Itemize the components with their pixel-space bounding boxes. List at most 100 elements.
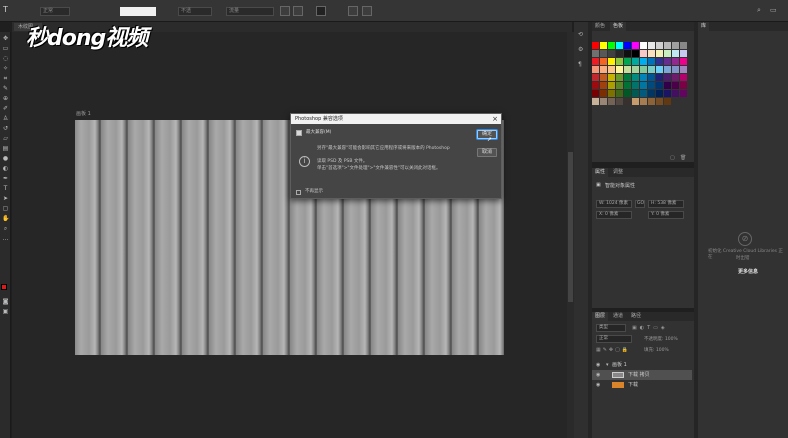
expand-arrow-icon[interactable]: ▾ (606, 360, 609, 370)
opacity-field[interactable]: 不透明度: 100% (644, 336, 678, 342)
color-swatch[interactable] (664, 66, 671, 73)
warp-text-icon[interactable] (348, 6, 358, 16)
font-family-field[interactable]: 正常 (40, 7, 70, 16)
font-style-field[interactable]: 不透 (178, 7, 212, 16)
color-swatch[interactable] (648, 66, 655, 73)
lasso-tool-icon[interactable]: ◌ (2, 55, 9, 62)
color-swatch[interactable] (656, 50, 663, 57)
color-swatch[interactable] (600, 50, 607, 57)
color-swatch[interactable] (624, 66, 631, 73)
y-position-field[interactable]: Y: 0 像素 (648, 211, 684, 219)
color-swatch[interactable] (624, 82, 631, 89)
color-swatch[interactable] (680, 74, 687, 81)
color-swatch[interactable] (680, 58, 687, 65)
pen-tool-icon[interactable]: ✒ (2, 175, 9, 182)
color-swatch[interactable] (608, 42, 615, 49)
color-swatch[interactable] (632, 66, 639, 73)
color-swatch[interactable] (624, 50, 631, 57)
layer-row[interactable]: ◉ ▾ 画板 1 (592, 360, 692, 370)
search-icon[interactable]: ⌕ (757, 6, 761, 15)
color-swatch[interactable] (608, 74, 615, 81)
magic-wand-icon[interactable]: ✧ (2, 65, 9, 72)
new-swatch-icon[interactable]: ▢ (670, 155, 675, 161)
width-field[interactable]: W: 1024 像素 (596, 200, 632, 208)
color-swatch[interactable] (664, 42, 671, 49)
color-swatch[interactable] (656, 74, 663, 81)
color-swatch[interactable] (616, 66, 623, 73)
color-swatch[interactable] (664, 98, 671, 105)
dont-show-checkbox[interactable] (296, 190, 301, 195)
color-swatch[interactable] (648, 90, 655, 97)
color-swatch[interactable] (672, 58, 679, 65)
color-swatch[interactable] (672, 42, 679, 49)
layer-filter-icons[interactable]: ▣◐T▭◈ (632, 325, 688, 331)
text-tool-icon[interactable]: T (3, 5, 8, 14)
color-swatch[interactable] (600, 42, 607, 49)
tab-adjustments[interactable]: 调整 (610, 168, 626, 177)
color-swatch[interactable] (624, 74, 631, 81)
color-swatch[interactable] (664, 90, 671, 97)
color-swatch[interactable] (672, 82, 679, 89)
color-swatch[interactable] (632, 58, 639, 65)
color-swatch[interactable] (624, 42, 631, 49)
color-swatch[interactable] (656, 42, 663, 49)
more-info-link[interactable]: 更多信息 (738, 268, 758, 275)
color-swatch[interactable] (592, 74, 599, 81)
adjust-icon[interactable]: ⚙ (578, 47, 584, 53)
tab-color[interactable]: 颜色 (592, 22, 608, 31)
tab-swatches[interactable]: 色板 (610, 22, 627, 31)
color-swatch[interactable] (664, 58, 671, 65)
color-swatch[interactable] (680, 66, 687, 73)
font-size-field[interactable]: 流量 (226, 7, 274, 16)
workspace-icon[interactable]: ▭ (770, 6, 777, 14)
color-swatch[interactable] (616, 98, 623, 105)
scrollbar-thumb[interactable] (568, 152, 573, 302)
color-swatch[interactable] (648, 58, 655, 65)
stamp-tool-icon[interactable]: ♙ (2, 115, 9, 122)
height-field[interactable]: H: 538 像素 (648, 200, 684, 208)
color-swatch[interactable] (648, 74, 655, 81)
tab-channels[interactable]: 通道 (610, 312, 626, 321)
color-swatch[interactable] (664, 50, 671, 57)
color-swatch[interactable] (648, 50, 655, 57)
type-tool-icon[interactable]: T (2, 185, 9, 192)
color-swatch[interactable] (592, 82, 599, 89)
tab-properties[interactable]: 属性 (592, 168, 609, 177)
color-swatch[interactable] (656, 90, 663, 97)
color-swatch[interactable] (624, 90, 631, 97)
vertical-scrollbar[interactable] (567, 32, 574, 438)
color-swatch[interactable] (632, 82, 639, 89)
color-swatch[interactable] (624, 98, 631, 105)
gradient-tool-icon[interactable]: ▤ (2, 145, 9, 152)
color-swatch[interactable] (664, 82, 671, 89)
maximize-compat-checkbox[interactable] (296, 130, 302, 136)
screen-mode-icon[interactable]: ▣ (2, 308, 9, 315)
brush-tool-icon[interactable]: ✐ (2, 105, 9, 112)
color-swatch[interactable] (648, 82, 655, 89)
color-swatch[interactable] (600, 58, 607, 65)
color-swatch[interactable] (664, 74, 671, 81)
color-swatch[interactable] (680, 82, 687, 89)
color-swatch[interactable] (656, 58, 663, 65)
more-tools-icon[interactable]: … (2, 235, 9, 242)
color-swatch[interactable] (616, 74, 623, 81)
color-swatch[interactable] (672, 74, 679, 81)
close-icon[interactable]: × (492, 114, 498, 124)
color-swatch[interactable] (640, 74, 647, 81)
color-swatch[interactable] (616, 42, 623, 49)
color-swatch[interactable] (656, 82, 663, 89)
color-swatch[interactable] (640, 50, 647, 57)
visibility-eye-icon[interactable]: ◉ (596, 360, 600, 370)
color-swatch[interactable] (608, 66, 615, 73)
x-position-field[interactable]: X: 0 像素 (596, 211, 632, 219)
color-swatch[interactable] (632, 50, 639, 57)
move-tool-icon[interactable]: ✥ (2, 35, 9, 42)
color-swatch[interactable] (648, 42, 655, 49)
visibility-eye-icon[interactable]: ◉ (596, 370, 600, 380)
color-swatch[interactable] (656, 66, 663, 73)
healing-brush-icon[interactable]: ⊕ (2, 95, 9, 102)
color-swatch[interactable] (608, 58, 615, 65)
color-swatch[interactable] (592, 90, 599, 97)
color-swatch[interactable] (672, 90, 679, 97)
color-swatch[interactable] (632, 42, 639, 49)
